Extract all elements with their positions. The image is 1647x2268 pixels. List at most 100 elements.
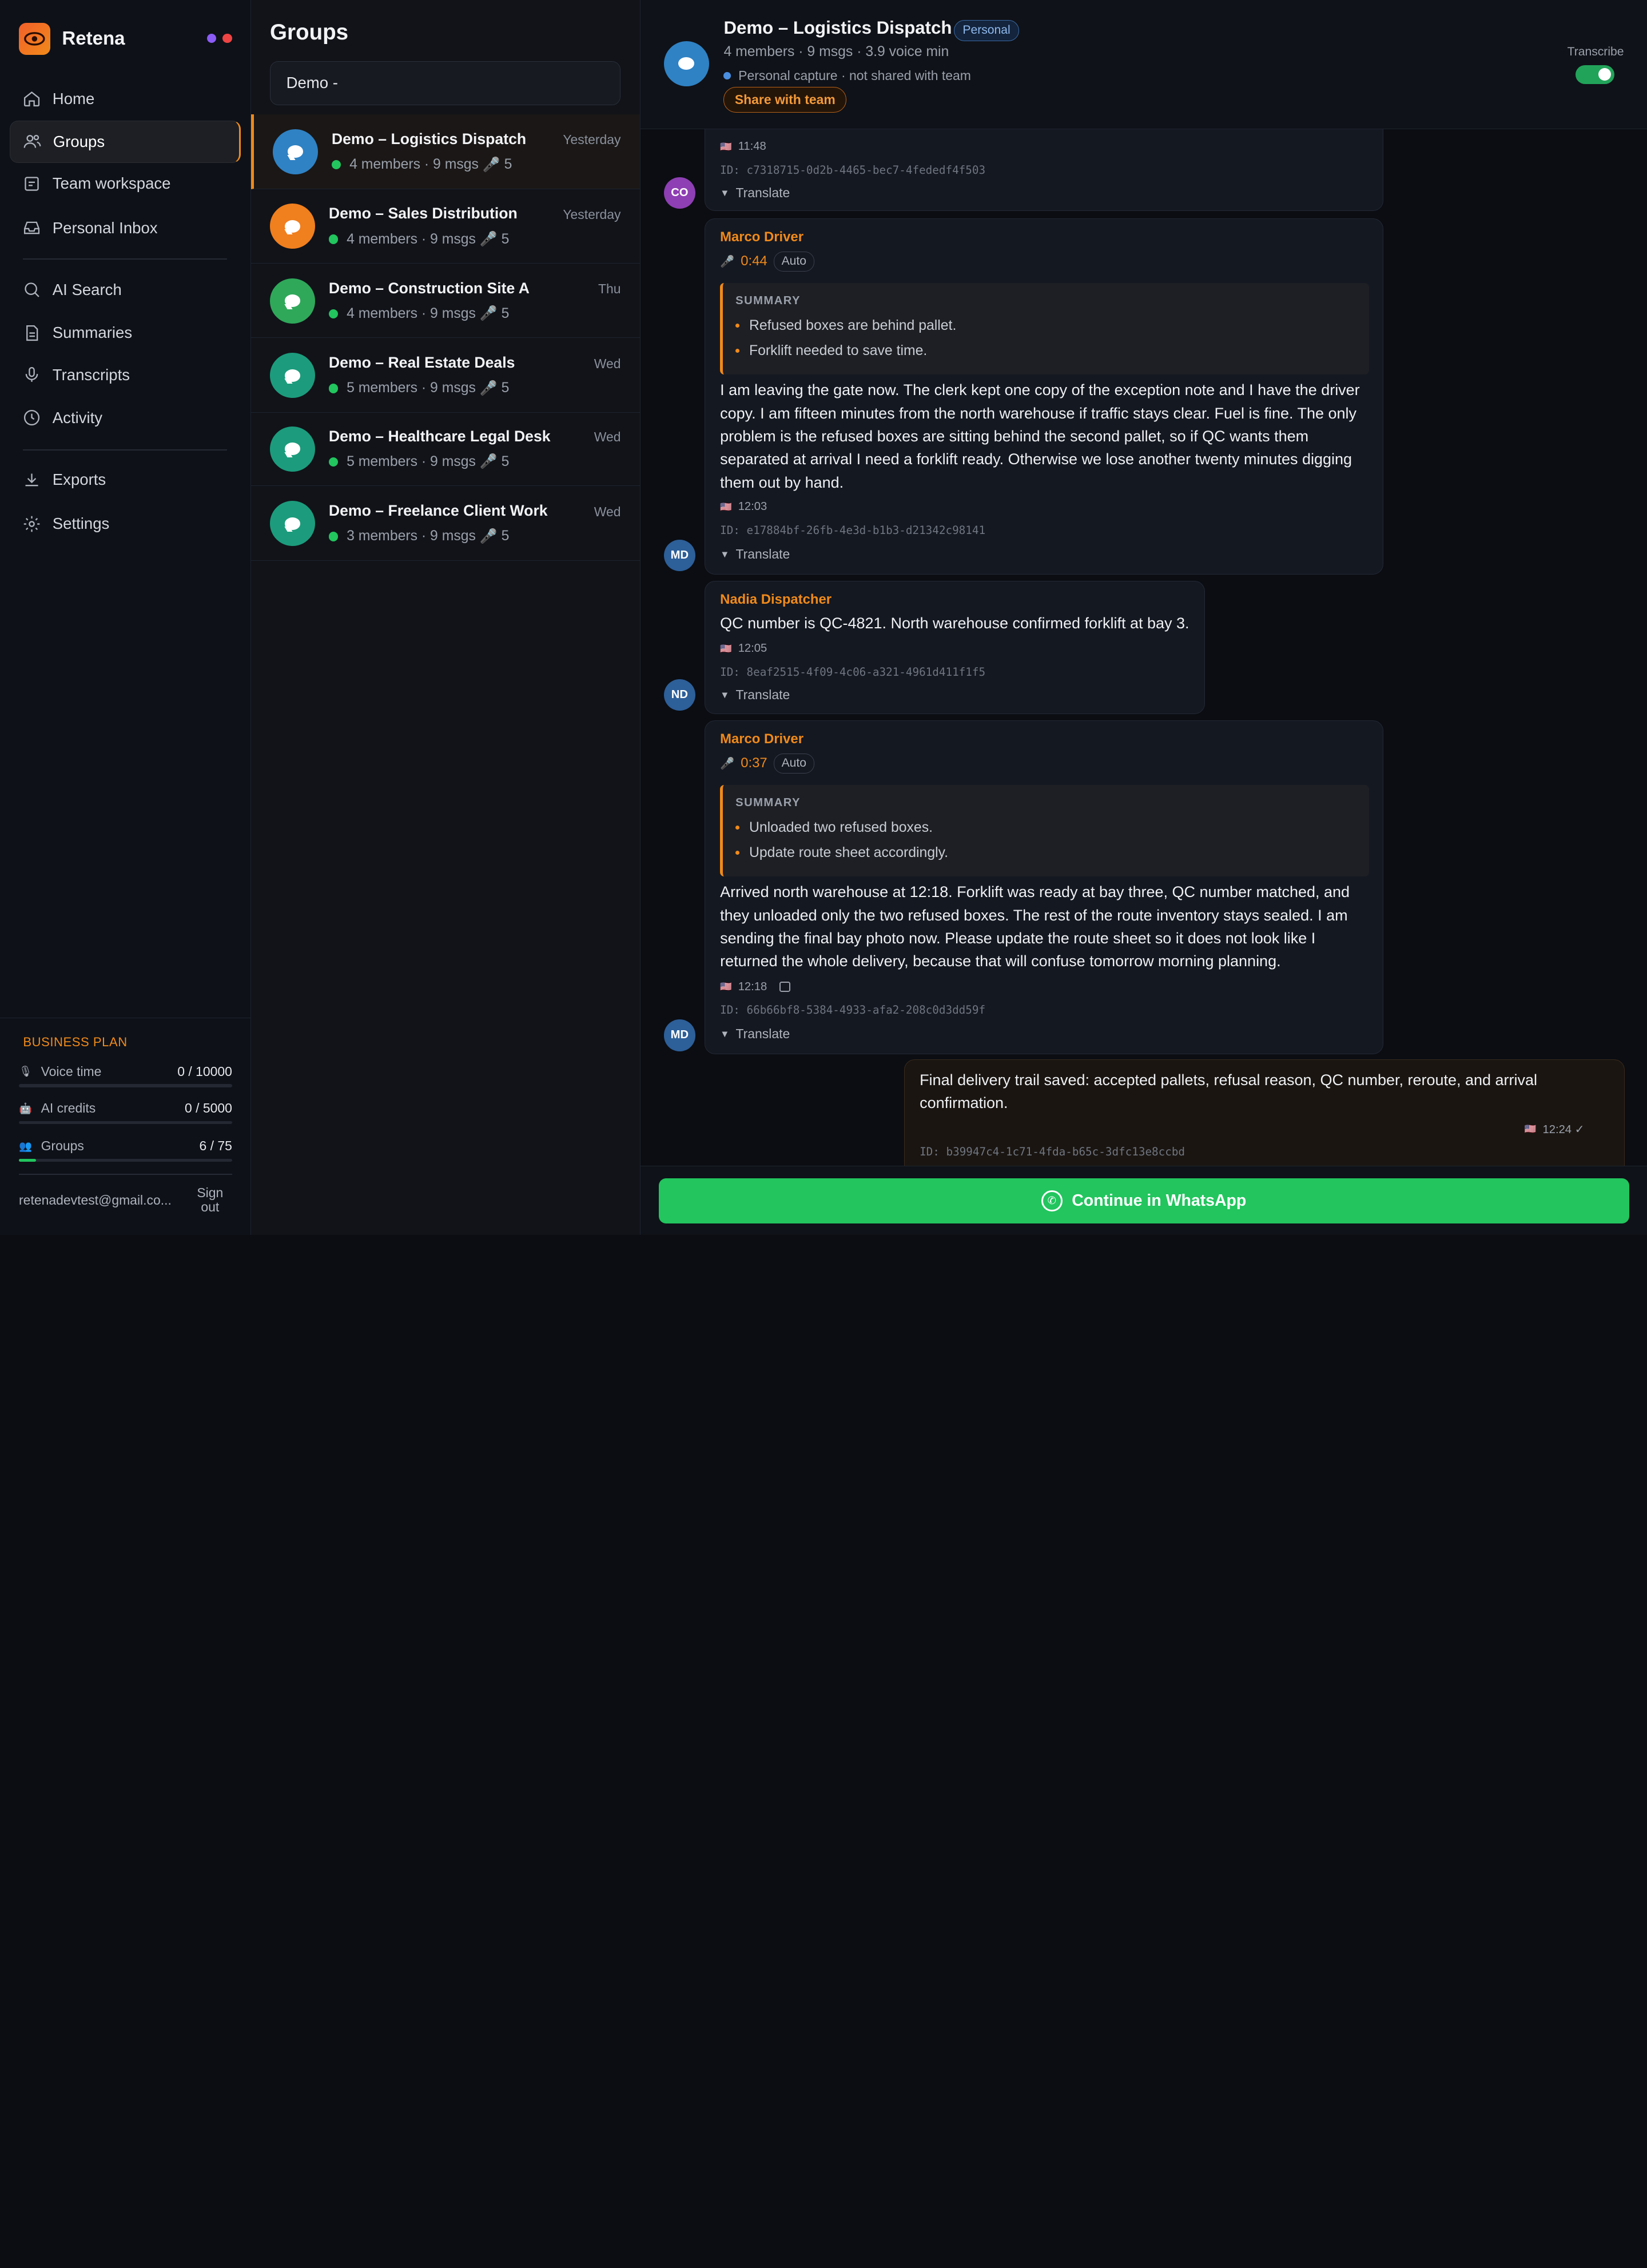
translate-toggle[interactable]: ▼ Translate bbox=[720, 1026, 790, 1042]
group-time: Wed bbox=[594, 356, 621, 371]
bullet bbox=[735, 851, 740, 855]
group-voice-count: 5 bbox=[501, 231, 510, 247]
message-sender: Marco Driver bbox=[720, 731, 803, 747]
microphone-icon: 🎤 bbox=[479, 454, 498, 470]
group-meta: 4 members · 9 msgs 🎤 5 bbox=[328, 305, 510, 322]
nav-personal-inbox-label: Personal Inbox bbox=[52, 218, 158, 237]
plan-voice-label: Voice time bbox=[41, 1063, 102, 1079]
chat-bubble-icon bbox=[284, 220, 301, 233]
nav-exports-label: Exports bbox=[52, 471, 106, 489]
nav-settings[interactable]: Settings bbox=[10, 503, 241, 545]
group-voice-count: 5 bbox=[501, 380, 510, 396]
voice-duration: 0:37 bbox=[741, 755, 767, 771]
message-sender: Marco Driver bbox=[720, 229, 803, 245]
copy-icon[interactable] bbox=[779, 981, 790, 993]
voice-note[interactable]: 🎤 0:44 Auto bbox=[720, 251, 814, 272]
plan-voice-value: 0 / 10000 bbox=[177, 1063, 232, 1079]
message-card: Nadia Dispatcher QC number is QC-4821. N… bbox=[705, 580, 1205, 714]
nav-transcripts[interactable]: Transcripts bbox=[10, 354, 241, 396]
group-avatar bbox=[270, 353, 315, 398]
message-id: ID: e17884bf-26fb-4e3d-b1b3-d21342c98141 bbox=[720, 523, 986, 537]
nav-summaries[interactable]: Summaries bbox=[10, 312, 241, 353]
translate-toggle[interactable]: ▼ Translate bbox=[720, 547, 790, 562]
group-search-input[interactable] bbox=[286, 74, 602, 93]
group-voice-count: 5 bbox=[501, 305, 510, 321]
message-list[interactable]: 🇺🇸 11:48 ID: c7318715-0d2b-4465-bec7-4fed… bbox=[640, 129, 1647, 1166]
group-meta: 5 members · 9 msgs 🎤 5 bbox=[328, 453, 509, 470]
summary-item: Forklift needed to save time. bbox=[735, 343, 927, 359]
whatsapp-button-label: Continue in WhatsApp bbox=[1072, 1191, 1247, 1210]
group-time: Yesterday bbox=[563, 132, 621, 148]
summary-title: SUMMARY bbox=[735, 796, 801, 810]
nav-activity[interactable]: Activity bbox=[10, 397, 241, 439]
plan-groups-row: 👥 Groups 6 / 75 bbox=[19, 1137, 232, 1155]
summary-text: Unloaded two refused boxes. bbox=[749, 819, 933, 835]
nav-transcripts-label: Transcripts bbox=[52, 365, 130, 384]
group-meta-text: 4 members · 9 msgs bbox=[349, 157, 479, 173]
translate-toggle[interactable]: ▼ Translate bbox=[720, 185, 790, 201]
sign-out-button[interactable]: Sign out bbox=[188, 1185, 232, 1215]
chat-panel: Demo – Logistics Dispatch Personal 4 mem… bbox=[640, 0, 1647, 1235]
continue-in-whatsapp-button[interactable]: ✆ Continue in WhatsApp bbox=[658, 1178, 1629, 1223]
avatar: MD bbox=[663, 540, 695, 572]
group-item[interactable]: Demo – Healthcare Legal Desk Wed 5 membe… bbox=[250, 412, 640, 487]
us-flag-icon: 🇺🇸 bbox=[720, 643, 732, 654]
group-meta: 4 members · 9 msgs 🎤 5 bbox=[328, 231, 510, 248]
us-flag-icon: 🇺🇸 bbox=[1524, 1123, 1537, 1135]
status-dot-red bbox=[222, 33, 232, 43]
group-time: Wed bbox=[594, 429, 621, 445]
group-avatar bbox=[270, 501, 315, 547]
status-dot bbox=[723, 72, 731, 80]
nav-exports[interactable]: Exports bbox=[10, 459, 241, 501]
chat-bubble-icon bbox=[284, 369, 301, 382]
personal-badge: Personal bbox=[953, 19, 1020, 41]
inbox-icon bbox=[23, 221, 39, 234]
sidebar: Retena Home Groups Team workspace Person… bbox=[0, 0, 251, 1235]
group-meta-text: 5 members · 9 msgs bbox=[347, 453, 476, 469]
status-dot-purple bbox=[206, 33, 217, 43]
microphone-icon: 🎤 bbox=[482, 157, 500, 173]
message-time: 11:48 bbox=[738, 140, 766, 153]
nav-ai-search[interactable]: AI Search bbox=[10, 269, 241, 310]
us-flag-icon: 🇺🇸 bbox=[720, 981, 732, 993]
voice-duration: 0:44 bbox=[741, 253, 767, 269]
own-message-card: Final delivery trail saved: accepted pal… bbox=[904, 1059, 1625, 1166]
group-time: Thu bbox=[598, 281, 621, 297]
clock-icon bbox=[23, 410, 39, 426]
voice-note[interactable]: 🎤 0:37 Auto bbox=[720, 753, 814, 774]
group-item[interactable]: Demo – Logistics Dispatch Yesterday 4 me… bbox=[250, 114, 640, 189]
caret-down-icon: ▼ bbox=[720, 1028, 730, 1039]
document-icon bbox=[26, 325, 38, 341]
account-email: retenadevtest@gmail.co... bbox=[19, 1192, 172, 1207]
message-id: ID: b39947c4-1c71-4fda-b65c-3dfc13e8ccbd bbox=[920, 1145, 1185, 1158]
group-name: Demo – Construction Site A bbox=[328, 279, 530, 297]
group-item[interactable]: Demo – Construction Site A Thu 4 members… bbox=[250, 264, 640, 338]
nav-team-workspace[interactable]: Team workspace bbox=[10, 163, 241, 205]
summary-box: SUMMARY Unloaded two refused boxes. Upda… bbox=[720, 784, 1370, 876]
group-item[interactable]: Demo – Sales Distribution Yesterday 4 me… bbox=[250, 189, 640, 264]
transcribe-toggle[interactable] bbox=[1576, 65, 1614, 84]
microphone-icon: 🎤 bbox=[720, 757, 735, 770]
nav-activity-label: Activity bbox=[52, 408, 103, 427]
share-with-team-button[interactable]: Share with team bbox=[723, 87, 847, 113]
nav-groups[interactable]: Groups bbox=[9, 121, 241, 163]
online-dot bbox=[328, 234, 339, 244]
translate-toggle[interactable]: ▼ Translate bbox=[720, 687, 790, 703]
chat-title: Demo – Logistics Dispatch bbox=[723, 18, 952, 38]
group-item[interactable]: Demo – Real Estate Deals Wed 5 members ·… bbox=[250, 338, 640, 413]
summary-item: Unloaded two refused boxes. bbox=[735, 820, 933, 836]
group-meta: 4 members · 9 msgs 🎤 5 bbox=[331, 157, 512, 173]
group-item[interactable]: Demo – Freelance Client Work Wed 3 membe… bbox=[250, 486, 640, 561]
online-dot bbox=[331, 160, 341, 170]
account-divider bbox=[19, 1174, 232, 1175]
plan-voice-row: 🎙 Voice time 0 / 10000 bbox=[19, 1062, 232, 1081]
message-time: 12:05 bbox=[738, 642, 767, 655]
group-avatar bbox=[270, 204, 315, 249]
nav-home[interactable]: Home bbox=[10, 78, 241, 119]
message-body: Arrived north warehouse at 12:18. Forkli… bbox=[720, 883, 1350, 970]
message-meta: 🇺🇸 12:05 bbox=[720, 642, 767, 655]
gear-icon bbox=[23, 516, 39, 532]
us-flag-icon: 🇺🇸 bbox=[720, 501, 732, 512]
message-meta: 🇺🇸 12:24 ✓ bbox=[1525, 1122, 1585, 1137]
nav-personal-inbox[interactable]: Personal Inbox bbox=[10, 207, 241, 249]
